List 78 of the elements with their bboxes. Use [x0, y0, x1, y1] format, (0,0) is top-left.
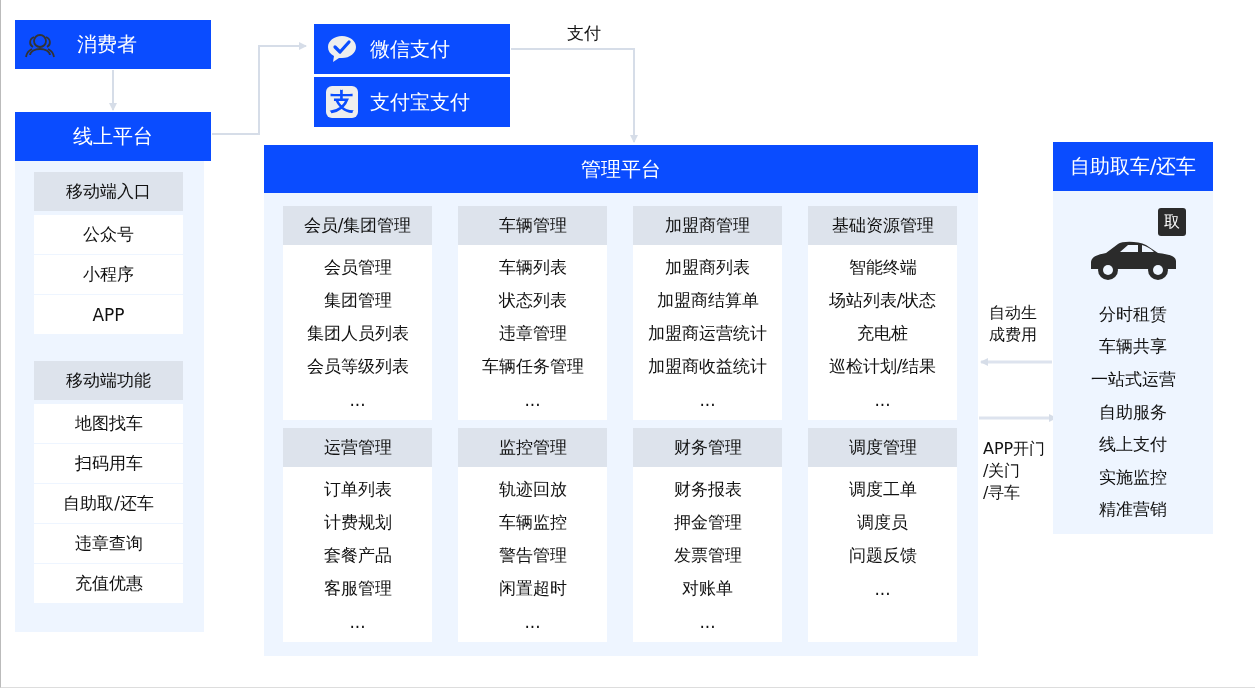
module-item: 巡检计划/结果	[827, 355, 938, 378]
module-item: 订单列表	[322, 478, 393, 501]
module-item: 套餐产品	[322, 544, 393, 567]
module-header: 调度管理	[808, 428, 957, 467]
module-item: 押金管理	[672, 511, 743, 534]
module-item: 财务报表	[672, 478, 743, 501]
feature-item: 分时租赁	[1099, 302, 1167, 326]
module-item: 计费规划	[322, 511, 393, 534]
module-item: 集团管理	[322, 289, 393, 312]
module-item: 闲置超时	[497, 577, 568, 600]
list-item: 自助取/还车	[34, 484, 183, 523]
list-item: 扫码用车	[34, 444, 183, 483]
platform-header: 线上平台	[15, 112, 211, 161]
module-item: ...	[698, 610, 717, 634]
module-item: ...	[348, 610, 367, 634]
feature-item: 精准营销	[1099, 498, 1167, 522]
module-item: 加盟商列表	[664, 256, 751, 279]
module-header: 会员/集团管理	[283, 206, 432, 245]
feature-item: 一站式运营	[1090, 368, 1176, 391]
module-item: 轨迹回放	[497, 478, 568, 501]
module-item: ...	[698, 388, 717, 412]
feature-item: 自助服务	[1099, 400, 1167, 424]
list-item: 地图找车	[34, 404, 183, 443]
node-label: 消费者	[77, 31, 137, 58]
node-label: 支付宝支付	[370, 88, 470, 116]
platform-header: 自助取车/还车	[1053, 142, 1213, 191]
module-item: 集团人员列表	[305, 322, 410, 345]
feature-item: 线上支付	[1099, 433, 1167, 457]
module-item: 充电桩	[856, 322, 909, 345]
module-header: 运营管理	[283, 428, 432, 467]
feature-item: 车辆共享	[1099, 335, 1167, 359]
module-item: 客服管理	[322, 577, 393, 600]
module-item: 警告管理	[497, 544, 568, 567]
module-item: ...	[873, 388, 892, 412]
module-item: 车辆列表	[497, 256, 568, 279]
module-item: 车辆监控	[497, 511, 568, 534]
connector-arrow	[109, 69, 117, 111]
module-item: 会员管理	[322, 256, 393, 279]
module-item: ...	[523, 610, 542, 634]
connector-label: 支付	[567, 22, 601, 45]
connector-arrow	[980, 358, 1052, 366]
list-item: 公众号	[34, 215, 183, 254]
module-item: 会员等级列表	[305, 355, 410, 378]
module-item: 问题反馈	[847, 544, 918, 567]
module-item: 场站列表/状态	[827, 289, 938, 312]
module-header: 财务管理	[633, 428, 782, 467]
list-item: 违章查询	[34, 524, 183, 563]
chat-check-icon	[326, 34, 358, 64]
list-item: 小程序	[34, 255, 183, 294]
feature-item: 实施监控	[1099, 465, 1167, 489]
module-item: 车辆任务管理	[480, 355, 585, 378]
connector-label: 自动生成费用	[989, 302, 1037, 346]
group-header: 移动端入口	[34, 172, 183, 211]
alipay-icon: 支	[326, 86, 358, 118]
module-header: 基础资源管理	[808, 206, 957, 245]
module-header: 车辆管理	[458, 206, 607, 245]
module-header: 监控管理	[458, 428, 607, 467]
platform-header: 管理平台	[264, 145, 978, 193]
list-item: APP	[34, 295, 183, 334]
connector-label: APP开门 /关门 /寻车	[983, 438, 1046, 504]
module-item: 调度员	[856, 511, 909, 534]
module-item: ...	[873, 577, 892, 601]
module-item: 智能终端	[847, 256, 918, 279]
module-item: 发票管理	[672, 544, 743, 567]
module-item: 违章管理	[497, 322, 568, 345]
module-item: 调度工单	[847, 478, 918, 501]
module-item: 加盟商运营统计	[647, 322, 768, 345]
node-label: 微信支付	[370, 35, 450, 63]
module-item: 加盟商结算单	[655, 289, 760, 312]
module-item: ...	[523, 388, 542, 412]
group-header: 移动端功能	[34, 361, 183, 400]
badge: 取	[1158, 208, 1186, 236]
module-item: ...	[348, 388, 367, 412]
module-item: 状态列表	[497, 289, 568, 312]
module-header: 加盟商管理	[633, 206, 782, 245]
list-item: 充值优惠	[34, 564, 183, 603]
module-item: 加盟商收益统计	[647, 355, 768, 378]
module-item: 对账单	[681, 577, 734, 600]
